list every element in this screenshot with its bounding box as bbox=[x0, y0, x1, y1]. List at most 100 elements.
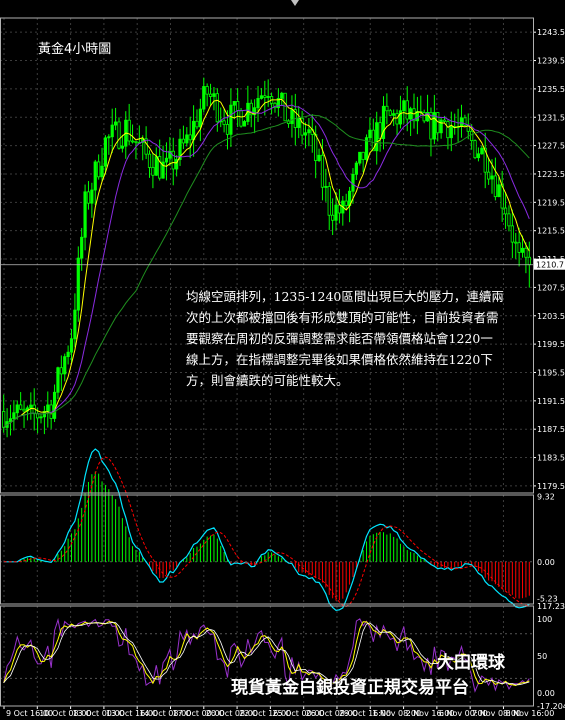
candle-body bbox=[402, 100, 406, 112]
price-tick-label: 1187.5 bbox=[537, 425, 565, 434]
candle-body bbox=[280, 92, 284, 99]
candle-body bbox=[327, 186, 331, 216]
brand-name: 大田環球 bbox=[437, 653, 505, 673]
candle-body bbox=[470, 130, 474, 142]
candle-body bbox=[127, 119, 131, 142]
candle-body bbox=[185, 134, 189, 144]
price-tick-label: 1191.5 bbox=[537, 397, 565, 406]
candle-body bbox=[361, 151, 365, 160]
analysis-annotation: 均線空頭排列，1235-1240區間出現巨大的壓力，連續兩次的上次都被擋回後有形… bbox=[186, 289, 504, 388]
candle-body bbox=[73, 309, 77, 340]
candle-body bbox=[66, 351, 70, 358]
candle-body bbox=[198, 108, 202, 128]
candle-body bbox=[429, 111, 433, 140]
candle-body bbox=[83, 191, 87, 238]
candle-body bbox=[59, 367, 63, 375]
candle-body bbox=[442, 119, 447, 122]
candle-body bbox=[202, 86, 206, 110]
candle-body bbox=[527, 256, 531, 266]
candle-body bbox=[503, 207, 508, 215]
candle-body bbox=[154, 156, 158, 176]
candle-body bbox=[385, 105, 389, 112]
price-tick-label: 1179.5 bbox=[537, 482, 565, 491]
price-tick-label: 1231.5 bbox=[537, 113, 565, 122]
candle-body bbox=[436, 112, 440, 134]
candle-body bbox=[63, 356, 67, 375]
macd-tick-label: 0.00 bbox=[537, 558, 555, 567]
candle-body bbox=[12, 412, 16, 420]
candle-body bbox=[107, 136, 111, 139]
macd-line bbox=[3, 448, 530, 612]
macd-signal-line bbox=[3, 456, 530, 607]
candle-body bbox=[52, 391, 57, 419]
price-tick-label: 1243.5 bbox=[537, 28, 565, 37]
candle-body bbox=[120, 145, 124, 149]
candle-body bbox=[76, 257, 80, 311]
candle-body bbox=[100, 165, 104, 178]
candle-body bbox=[324, 186, 328, 188]
candle-body bbox=[351, 173, 355, 192]
candle-body bbox=[259, 95, 264, 99]
candle-body bbox=[232, 101, 236, 106]
candle-body bbox=[236, 101, 240, 111]
candle-body bbox=[476, 153, 481, 159]
candle-body bbox=[388, 110, 392, 116]
panel-frame-1 bbox=[0, 494, 534, 605]
candle-body bbox=[134, 140, 138, 143]
candle-body bbox=[103, 137, 108, 167]
osc-tick-label: 100 bbox=[537, 615, 552, 624]
shift-marker-icon bbox=[291, 0, 299, 6]
candle-body bbox=[90, 189, 94, 204]
candle-body bbox=[29, 404, 33, 409]
osc-tick-label: 117.2345 bbox=[537, 602, 565, 611]
candle-body bbox=[520, 247, 525, 253]
price-tick-label: 1223.5 bbox=[537, 170, 565, 179]
candle-body bbox=[290, 109, 294, 124]
candle-body bbox=[15, 404, 19, 414]
candle-body bbox=[314, 134, 318, 161]
brand-slogan: 現貨黃金白銀投資正規交易平台 bbox=[231, 678, 469, 698]
candle-body bbox=[507, 213, 511, 227]
candle-body bbox=[317, 154, 321, 161]
candle-body bbox=[19, 404, 23, 410]
candle-body bbox=[171, 150, 175, 170]
candle-body bbox=[181, 138, 186, 144]
candle-body bbox=[331, 214, 335, 221]
candle-body bbox=[344, 200, 348, 207]
candle-body bbox=[2, 411, 6, 428]
price-tick-label: 1183.5 bbox=[537, 454, 565, 463]
candle-body bbox=[439, 119, 443, 134]
current-price-label: 1210.7 bbox=[536, 261, 564, 270]
macd-panel bbox=[0, 448, 533, 612]
price-tick-label: 1207.5 bbox=[537, 283, 565, 292]
candle-body bbox=[446, 121, 450, 139]
price-tick-label: 1199.5 bbox=[537, 340, 565, 349]
price-tick-label: 1215.5 bbox=[537, 227, 565, 236]
candle-body bbox=[208, 93, 213, 97]
candle-body bbox=[151, 167, 155, 176]
candle-body bbox=[405, 100, 409, 120]
candle-body bbox=[517, 242, 521, 253]
candle-body bbox=[188, 134, 192, 141]
candle-body bbox=[215, 93, 219, 123]
osc-tick-label: 50 bbox=[537, 652, 547, 661]
price-tick-label: 1235.5 bbox=[537, 85, 565, 94]
candle-body bbox=[510, 225, 514, 243]
candle-body bbox=[449, 126, 453, 139]
sub-panel-axes: 9.320.00-5.23117.2345100500.00-17.2046 bbox=[537, 492, 565, 711]
candle-body bbox=[378, 122, 382, 139]
candle-body bbox=[497, 184, 501, 198]
macd-tick-label: 9.32 bbox=[537, 492, 555, 501]
candle-body bbox=[266, 96, 270, 98]
candle-body bbox=[212, 93, 216, 97]
candle-body bbox=[368, 129, 372, 139]
candle-body bbox=[147, 153, 152, 168]
candle-body bbox=[239, 110, 243, 127]
candle-body bbox=[110, 124, 114, 138]
candle-body bbox=[56, 367, 60, 393]
candle-body bbox=[395, 113, 399, 125]
candle-body bbox=[422, 112, 426, 122]
candle-body bbox=[256, 98, 260, 109]
candle-body bbox=[195, 120, 199, 128]
candle-body bbox=[392, 113, 396, 116]
